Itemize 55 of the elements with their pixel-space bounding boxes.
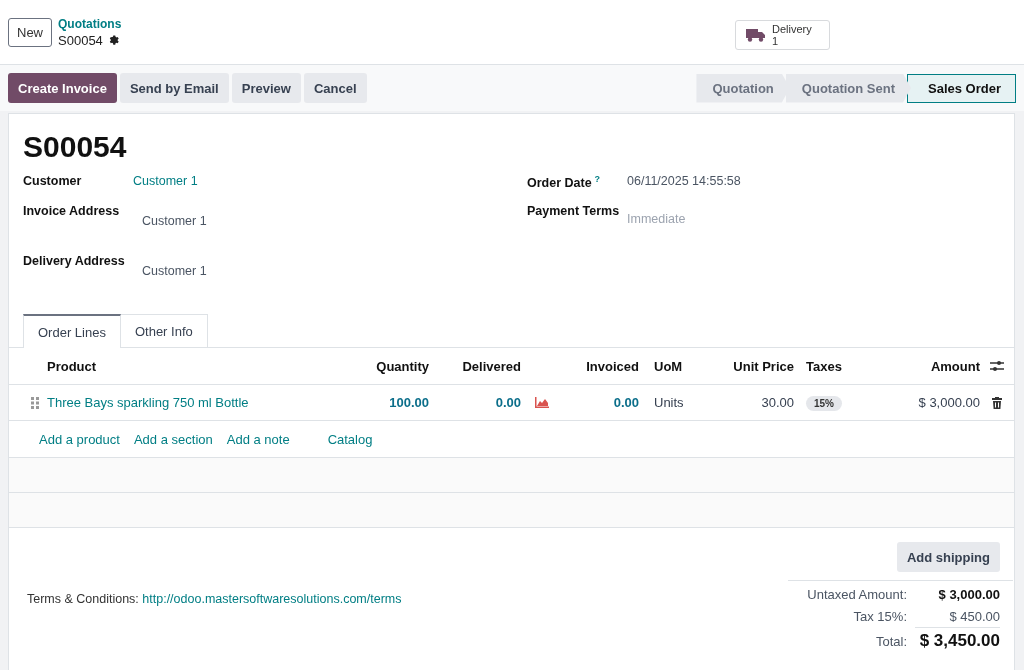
field-value[interactable]: Customer 1: [133, 174, 198, 188]
record-title: S00054: [23, 130, 128, 164]
new-button[interactable]: New: [8, 17, 52, 47]
total-label: Untaxed Amount:: [806, 587, 907, 602]
action-button[interactable]: Preview: [231, 73, 301, 103]
tab[interactable]: Order Lines: [23, 314, 121, 348]
total-value: $ 450.00: [915, 609, 1000, 628]
breadcrumb-link[interactable]: Quotations: [58, 16, 122, 31]
field-label: Invoice Address: [23, 204, 120, 218]
terms-text: Terms & Conditions: http://odoo.mastersoftwaresolutions.com/terms: [27, 592, 402, 606]
catalog-link[interactable]: Catalog: [327, 431, 373, 447]
table-cell-text: 0.00: [494, 395, 522, 410]
status-step[interactable]: Sales Order: [907, 73, 1016, 103]
delivery-smart-button[interactable]: Delivery 1: [735, 20, 830, 50]
status-step[interactable]: Quotation Sent: [785, 73, 911, 103]
action-button[interactable]: Cancel: [303, 73, 367, 103]
help-tooltip[interactable]: ?: [594, 174, 601, 184]
add-line-link[interactable]: Add a product: [39, 431, 120, 447]
total-value: $ 3,450.00: [918, 631, 1000, 651]
action-button[interactable]: Create Invoice: [8, 73, 117, 103]
field-label: Order Date: [527, 176, 592, 191]
total-label: Total:: [874, 634, 907, 649]
record-name: S00054: [58, 32, 103, 48]
settings-icon[interactable]: [107, 34, 120, 46]
column-header[interactable]: UoM: [646, 358, 716, 374]
field-value: Customer 1: [142, 264, 207, 278]
add-line-link[interactable]: Add a section: [133, 431, 213, 447]
drag-handle-icon: [31, 396, 39, 409]
field-label: Delivery Address: [23, 254, 125, 268]
tax-tag: 15%: [806, 396, 842, 411]
product-link[interactable]: Three Bays sparkling 750 ml Bottle: [39, 395, 356, 410]
total-value: $ 3,000.00: [937, 587, 1000, 602]
column-header[interactable]: Invoiced: [556, 358, 646, 374]
field-label: Payment Terms: [527, 204, 620, 218]
field-label: Customer: [23, 174, 82, 188]
total-label: Tax 15%:: [852, 609, 907, 624]
table-cell-text: 30.00: [760, 395, 794, 410]
table-cell-text: Units: [653, 395, 685, 410]
column-header[interactable]: Amount: [884, 358, 980, 374]
add-line-link[interactable]: Add a note: [226, 431, 290, 447]
field-value: 06/11/2025 14:55:58: [627, 174, 741, 188]
add-shipping-button[interactable]: Add shipping: [896, 542, 1000, 572]
field-value: Customer 1: [142, 214, 207, 228]
table-cell-text: 0.00: [612, 395, 640, 410]
table-cell-text: $ 3,000.00: [917, 395, 980, 410]
column-header[interactable]: Product: [39, 358, 356, 374]
terms-link[interactable]: http://odoo.mastersoftwaresolutions.com/terms: [142, 592, 402, 606]
table-cell-text: 100.00: [388, 395, 430, 410]
truck-icon: [746, 28, 766, 42]
column-header[interactable]: Unit Price: [716, 358, 794, 374]
action-button[interactable]: Send by Email: [119, 73, 229, 103]
column-header[interactable]: Taxes: [794, 358, 884, 374]
tab[interactable]: Other Info: [120, 314, 208, 348]
column-header[interactable]: Quantity: [356, 358, 436, 374]
column-header[interactable]: Delivered: [436, 358, 528, 374]
